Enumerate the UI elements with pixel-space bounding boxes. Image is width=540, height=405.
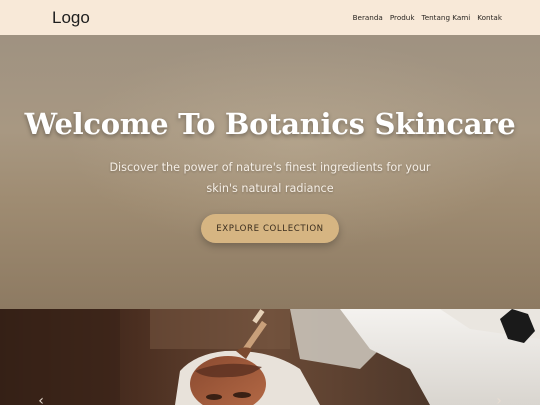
nav-link-beranda[interactable]: Beranda: [353, 13, 383, 22]
nav-link-kontak[interactable]: Kontak: [477, 13, 502, 22]
nav-link-tentang-kami[interactable]: Tentang Kami: [422, 13, 471, 22]
nav-link-produk[interactable]: Produk: [390, 13, 415, 22]
main-nav: Beranda Produk Tentang Kami Kontak: [353, 13, 502, 22]
chevron-left-icon[interactable]: ‹: [33, 391, 49, 405]
hero-subtitle: Discover the power of nature's finest in…: [109, 161, 431, 195]
image-carousel: ‹ ›: [0, 309, 540, 405]
hero-title: Welcome To Botanics Skincare: [24, 107, 516, 141]
top-navbar: Logo Beranda Produk Tentang Kami Kontak: [0, 0, 540, 35]
hero-section: Welcome To Botanics Skincare Discover th…: [0, 35, 540, 309]
hero-content: Welcome To Botanics Skincare Discover th…: [0, 35, 540, 309]
chevron-right-icon[interactable]: ›: [491, 391, 507, 405]
site-logo[interactable]: Logo: [52, 8, 90, 28]
carousel-slide-image: [0, 309, 540, 405]
explore-collection-button[interactable]: EXPLORE COLLECTION: [201, 214, 339, 243]
